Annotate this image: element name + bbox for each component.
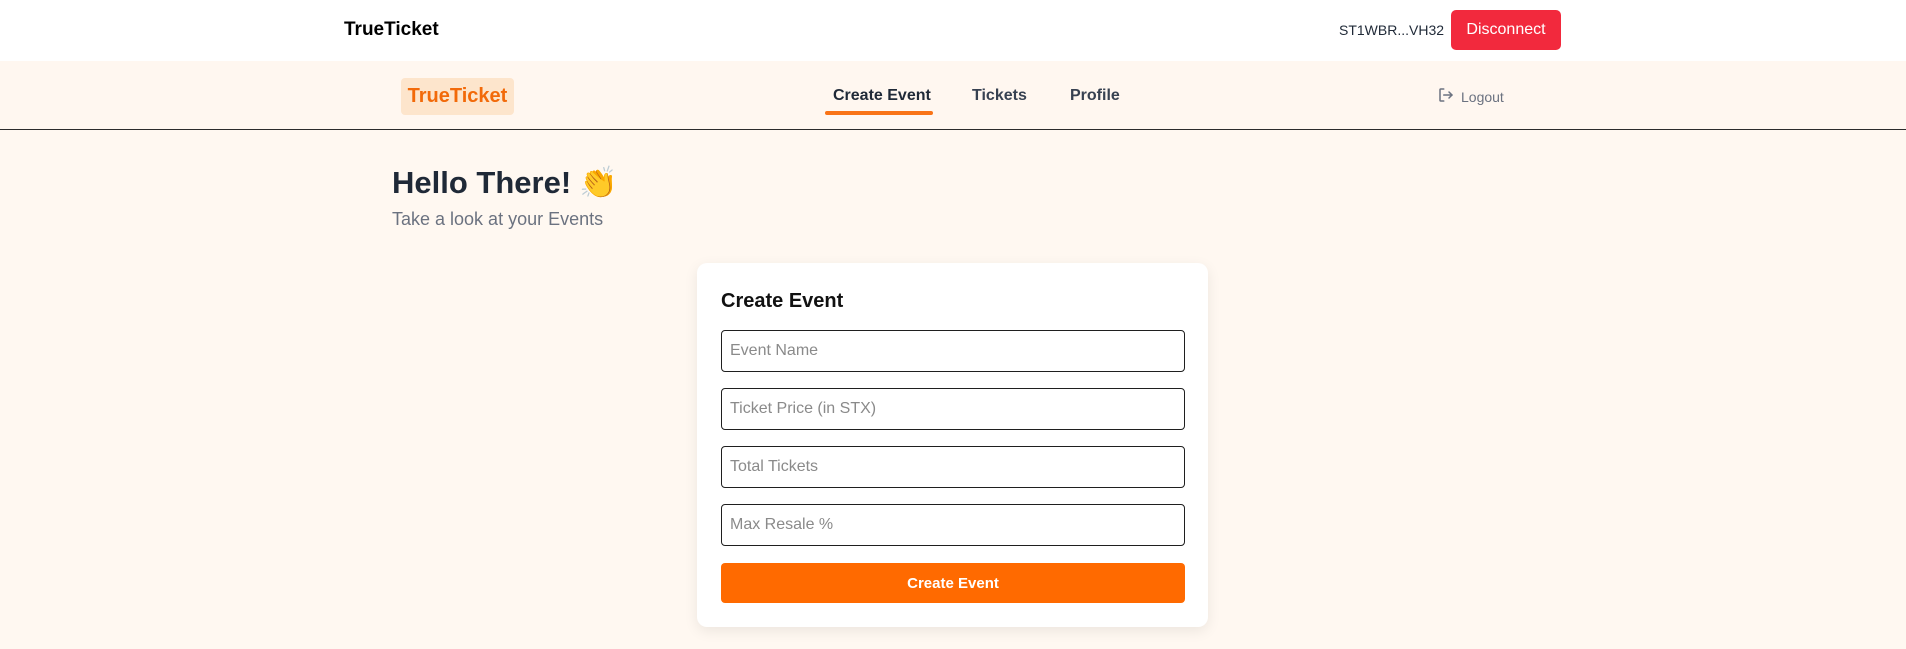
max-resale-input[interactable]: [721, 504, 1185, 546]
ticket-price-input[interactable]: [721, 388, 1185, 430]
card-title: Create Event: [721, 290, 844, 312]
tab-profile[interactable]: Profile: [1070, 87, 1120, 105]
active-tab-indicator: [825, 111, 933, 115]
greeting-heading: Hello There! 👏: [392, 164, 618, 201]
create-event-button[interactable]: Create Event: [721, 563, 1185, 603]
logout-icon: [1437, 86, 1455, 107]
wallet-address: ST1WBR...VH32: [1339, 22, 1445, 38]
disconnect-button[interactable]: Disconnect: [1451, 10, 1561, 50]
total-tickets-input[interactable]: [721, 446, 1185, 488]
tab-create-event[interactable]: Create Event: [833, 87, 931, 105]
greeting-subtitle: Take a look at your Events: [392, 209, 604, 229]
main-navigation: TrueTicket Create Event Tickets Profile …: [0, 61, 1906, 130]
greeting-title: Hello There!: [392, 164, 572, 200]
create-event-card: Create Event Create Event: [697, 263, 1208, 627]
wallet-bar: TrueTicket ST1WBR...VH32 Disconnect: [0, 0, 1906, 61]
app-brand: TrueTicket: [344, 19, 439, 40]
nav-logo[interactable]: TrueTicket: [401, 78, 514, 115]
logout-link[interactable]: Logout: [1437, 86, 1504, 107]
clapping-hands-icon: 👏: [579, 165, 618, 200]
event-name-input[interactable]: [721, 330, 1185, 372]
logout-label: Logout: [1461, 88, 1504, 105]
tab-tickets[interactable]: Tickets: [972, 87, 1027, 105]
